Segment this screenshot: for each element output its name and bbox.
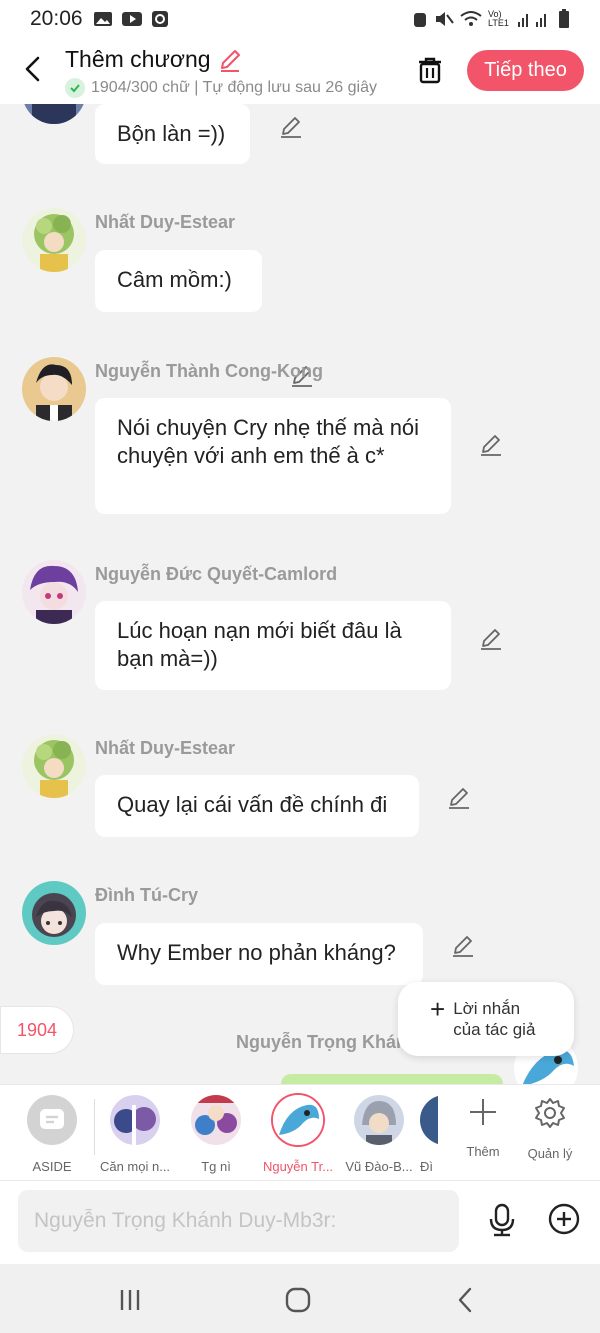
- avatar[interactable]: [22, 208, 86, 272]
- manage-label: Quản lý: [527, 1146, 573, 1161]
- back-button[interactable]: [18, 54, 48, 84]
- avatar: [110, 1095, 160, 1145]
- avatar: [354, 1095, 404, 1145]
- manage-button[interactable]: Quản lý: [515, 1097, 585, 1161]
- sender-name: Đình Tú-Cry: [95, 885, 198, 905]
- wifi-icon: [460, 11, 482, 26]
- back-nav-icon[interactable]: [450, 1284, 482, 1316]
- avatar[interactable]: [22, 881, 86, 945]
- edit-title-icon[interactable]: [217, 47, 243, 73]
- status-bar: 20:06 Vo) LTE1: [0, 0, 600, 38]
- status-time: 20:06: [30, 7, 83, 30]
- message-input[interactable]: [18, 1190, 459, 1252]
- edit-message-icon[interactable]: [478, 432, 504, 458]
- delete-button[interactable]: [414, 54, 446, 86]
- character-name: Tg nì: [201, 1159, 231, 1174]
- recent-apps-icon[interactable]: [114, 1284, 146, 1316]
- save-status-text: 1904/300 chữ | Tự động lưu sau 26 giây: [91, 79, 377, 96]
- avatar: [273, 1095, 323, 1145]
- avatar[interactable]: [22, 357, 86, 421]
- message-text: Bộn làn =)): [117, 121, 226, 146]
- character-item[interactable]: Vũ Đào-B...: [339, 1095, 419, 1174]
- signal-icon: [518, 14, 546, 27]
- edit-message-icon[interactable]: [478, 626, 504, 652]
- page-title[interactable]: Thêm chương: [65, 46, 243, 73]
- network-label: Vo) LTE1: [488, 9, 509, 28]
- message-text: Nói chuyện Cry nhẹ thế mà nói chuyện với…: [117, 415, 420, 468]
- sender-name: Nhất Duy-Estear: [95, 212, 236, 232]
- avatar[interactable]: [22, 104, 86, 124]
- character-name: Đì: [420, 1159, 433, 1174]
- character-name: Căn mọi n...: [99, 1159, 171, 1174]
- character-aside[interactable]: ASIDE: [12, 1095, 92, 1174]
- save-status: 1904/300 chữ | Tự động lưu sau 26 giây: [65, 78, 393, 98]
- message-bubble[interactable]: Lúc hoạn nạn mới biết đâu là bạn mà=)): [95, 601, 451, 690]
- message-text: Quay lại cái vấn đề chính đi: [117, 792, 388, 817]
- next-button[interactable]: Tiếp theo: [467, 50, 584, 91]
- add-character-button[interactable]: Thêm: [448, 1097, 518, 1159]
- sender-name: Nhất Duy-Estear: [95, 738, 236, 758]
- page-title-text: Thêm chương: [65, 46, 211, 72]
- screen: 20:06 Vo) LTE1 Thêm chương 1904/300 chữ …: [0, 0, 600, 1333]
- message-bubble[interactable]: Bộn làn =)): [95, 104, 250, 164]
- message-bubble[interactable]: Why Ember no phản kháng?: [95, 923, 423, 985]
- message-bubble[interactable]: Nói chuyện Cry nhẹ thế mà nói chuyện với…: [95, 398, 451, 514]
- character-item[interactable]: Căn mọi n...: [95, 1095, 175, 1174]
- sender-name: Nguyễn Trọng Khánh Duy-Mb3r: [236, 1032, 404, 1052]
- character-item-selected[interactable]: Nguyễn Tr...: [258, 1095, 338, 1174]
- author-note-line1: Lời nhắn: [453, 999, 521, 1018]
- edit-message-icon[interactable]: [450, 933, 476, 959]
- avatar[interactable]: [22, 560, 86, 624]
- message-text: Why Ember no phản kháng?: [117, 940, 396, 965]
- sender-name: Nguyễn Thành Cong-Kong: [95, 361, 323, 381]
- avatar: [420, 1095, 438, 1145]
- message-bubble[interactable]: Câm mồm:): [95, 250, 262, 312]
- edit-message-icon[interactable]: [278, 114, 304, 140]
- system-nav-bar: [0, 1264, 600, 1333]
- plus-icon: +: [430, 993, 446, 1024]
- home-icon[interactable]: [282, 1284, 314, 1316]
- message-bubble[interactable]: Quay lại cái vấn đề chính đi: [95, 775, 419, 837]
- youtube-icon: [121, 12, 142, 26]
- add-character-label: Thêm: [466, 1144, 500, 1159]
- character-name: ASIDE: [32, 1159, 72, 1174]
- message-text: Câm mồm:): [117, 267, 232, 292]
- chat-area[interactable]: Bộn làn =)) Nhất Duy-Estear Câm mồm:) Ng…: [0, 104, 600, 1084]
- character-name: Nguyễn Tr...: [262, 1159, 334, 1174]
- character-item[interactable]: Tg nì: [176, 1095, 256, 1174]
- character-name: Vũ Đào-B...: [345, 1159, 413, 1174]
- edit-message-icon[interactable]: [446, 785, 472, 811]
- character-item[interactable]: Đì: [420, 1095, 438, 1174]
- microphone-icon[interactable]: [486, 1203, 518, 1237]
- avatar: [191, 1095, 241, 1145]
- header: Thêm chương 1904/300 chữ | Tự động lưu s…: [0, 38, 600, 104]
- check-icon: [65, 78, 85, 98]
- gear-icon: [535, 1098, 565, 1128]
- gallery-icon: [93, 12, 112, 26]
- author-note-line2: của tác giả: [453, 1020, 536, 1039]
- sender-name: Nguyễn Đức Quyết-Camlord: [95, 564, 338, 584]
- message-text: Lúc hoạn nạn mới biết đâu là bạn mà=)): [117, 618, 402, 671]
- mute-icon: [436, 12, 454, 26]
- battery-icon: [559, 9, 569, 28]
- input-bar: [0, 1180, 600, 1264]
- plus-icon: [470, 1099, 496, 1125]
- author-note-button[interactable]: + Lời nhắn của tác giả: [398, 982, 574, 1056]
- add-circle-icon[interactable]: [548, 1203, 580, 1235]
- character-bar: ASIDE Căn mọi n... Tg nì Nguyễn Tr... Vũ…: [0, 1084, 600, 1180]
- app-icon: [151, 11, 168, 27]
- aside-icon: [27, 1095, 77, 1145]
- avatar[interactable]: [22, 734, 86, 798]
- word-count-badge[interactable]: 1904: [0, 1006, 74, 1054]
- alarm-icon: [414, 13, 426, 27]
